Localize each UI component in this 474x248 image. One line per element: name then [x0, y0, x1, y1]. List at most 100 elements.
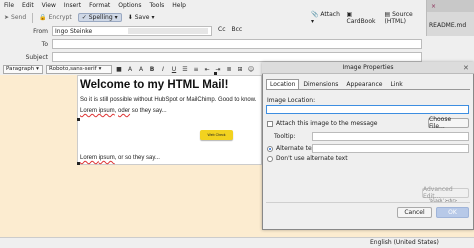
misspelled-word: oder	[118, 108, 131, 114]
contacts-icon: ▣	[346, 10, 353, 18]
send-icon: ➤	[4, 14, 10, 21]
tooltip-label: Tooltip:	[274, 133, 296, 140]
attach-image-row: Attach this image to the message	[267, 120, 378, 127]
to-row: To	[0, 38, 426, 50]
text-span: , or so they say...	[114, 155, 160, 161]
chevron-down-icon: ▾	[36, 66, 39, 72]
emoji-icon[interactable]: ☺	[247, 65, 255, 73]
lock-icon: 🔒	[39, 14, 47, 21]
menu-bar: File Edit View Insert Format Options Too…	[0, 0, 474, 10]
no-alternate-text-label: Don't use alternate text	[276, 155, 348, 162]
menu-edit[interactable]: Edit	[22, 2, 34, 9]
text-span: so they say...	[130, 108, 167, 114]
to-label: To	[41, 40, 48, 48]
alternate-text-input[interactable]	[312, 144, 469, 153]
attach-image-checkbox[interactable]	[267, 120, 273, 127]
tab-divider	[266, 89, 470, 90]
cc-button[interactable]: Cc	[218, 26, 226, 33]
paperclip-icon: 📎	[311, 10, 319, 18]
image-location-input[interactable]	[266, 105, 469, 114]
mail-paragraph-2: Lorem ipsum, oder so they say...	[80, 108, 167, 114]
menu-tools[interactable]: Tools	[149, 2, 164, 9]
format-toolbar: Paragraph ▾ Roboto,sans-serif ▾ ■ A A B …	[0, 64, 262, 74]
web-check-button[interactable]: Web Check	[200, 130, 233, 140]
background-window: × README.md	[426, 0, 474, 36]
bullet-list-icon[interactable]: ☰	[181, 65, 189, 73]
text-color-button[interactable]: ■	[115, 65, 123, 73]
from-value: Ingo Steinke	[55, 27, 93, 35]
attach-button[interactable]: 📎 Attach ▾	[311, 11, 342, 25]
subject-label: Subject	[25, 53, 48, 61]
tooltip-input[interactable]	[312, 132, 469, 141]
save-button[interactable]: ⬇ Save ▾	[128, 14, 155, 21]
ok-button[interactable]: OK	[436, 207, 469, 218]
menu-insert[interactable]: Insert	[64, 2, 81, 9]
from-row: From Ingo Steinke	[0, 25, 426, 37]
menu-view[interactable]: View	[42, 2, 56, 9]
choose-file-button[interactable]: Choose File...	[428, 116, 469, 130]
from-label: From	[33, 27, 48, 35]
save-label: Save	[134, 14, 150, 21]
font-family-select[interactable]: Roboto,sans-serif ▾	[46, 64, 112, 74]
numbered-list-icon[interactable]: ≡	[192, 65, 200, 73]
close-icon[interactable]: ✕	[463, 64, 469, 72]
send-label: Send	[11, 14, 27, 21]
from-email-redacted	[128, 28, 209, 34]
bcc-button[interactable]: Bcc	[232, 26, 243, 33]
source-icon: ▤	[384, 10, 391, 18]
alternate-text-radio[interactable]	[267, 145, 273, 152]
outdent-icon[interactable]: ⇤	[203, 65, 211, 73]
no-alternate-text-row: Don't use alternate text	[267, 155, 348, 162]
insert-icon[interactable]: ⊞	[236, 65, 244, 73]
menu-format[interactable]: Format	[89, 2, 110, 9]
selection-handle[interactable]	[77, 162, 80, 165]
spelling-label: Spelling	[88, 14, 113, 21]
italic-button[interactable]: I	[159, 65, 167, 73]
encrypt-label: Encrypt	[48, 14, 72, 21]
dialog-divider	[266, 202, 470, 203]
attach-image-label: Attach this image to the message	[276, 120, 378, 127]
no-alternate-text-radio[interactable]	[267, 155, 273, 162]
chevron-down-icon: ▾	[311, 17, 315, 25]
cardbook-button[interactable]: ▣ CardBook	[347, 11, 380, 25]
cancel-button[interactable]: Cancel	[397, 207, 432, 218]
mail-heading: Welcome to my HTML Mail!	[80, 79, 229, 91]
menu-help[interactable]: Help	[172, 2, 186, 9]
from-field[interactable]: Ingo Steinke	[52, 26, 212, 36]
chevron-down-icon: ▾	[98, 66, 102, 72]
save-icon: ⬇	[127, 14, 133, 21]
menu-options[interactable]: Options	[118, 2, 141, 9]
readme-file-label[interactable]: README.md	[427, 12, 474, 29]
underline-button[interactable]: U	[170, 65, 178, 73]
toolbar-divider	[32, 12, 34, 23]
bold-button[interactable]: B	[148, 65, 156, 73]
toolbar-right-group: 📎 Attach ▾ ▣ CardBook ▤ Source (HTML)	[311, 11, 431, 25]
spelling-button[interactable]: ✓ Spelling ▾	[77, 13, 122, 22]
attach-label: Attach	[320, 10, 340, 18]
chevron-down-icon: ▾	[151, 14, 155, 21]
cardbook-label: CardBook	[346, 17, 376, 25]
paragraph-format-select[interactable]: Paragraph ▾	[3, 64, 43, 74]
align-icon[interactable]: ≣	[225, 65, 233, 73]
misspelled-word: Lorem	[80, 155, 99, 161]
image-location-label: Image Location:	[267, 97, 316, 104]
encrypt-button[interactable]: 🔒 Encrypt	[39, 14, 72, 21]
advanced-edit-button[interactable]: Advanced Edit...	[422, 186, 469, 200]
dialog-title: Image Properties	[262, 62, 474, 74]
subject-field[interactable]	[52, 52, 422, 62]
chevron-down-icon: ▾	[114, 14, 118, 21]
spellcheck-icon: ✓	[81, 14, 87, 21]
selection-handle[interactable]	[214, 72, 217, 75]
selection-handle[interactable]	[77, 118, 80, 121]
paragraph-format-value: Paragraph	[6, 66, 35, 72]
font-family-value: Roboto,sans-serif	[49, 66, 97, 72]
to-field[interactable]	[52, 39, 422, 49]
font-larger-icon[interactable]: A	[137, 65, 145, 73]
font-smaller-icon[interactable]: A	[126, 65, 134, 73]
send-button[interactable]: ➤ Send	[4, 14, 26, 21]
menu-file[interactable]: File	[4, 2, 14, 9]
spellcheck-language[interactable]: English (United States)	[370, 239, 439, 246]
mail-paragraph-3: Lorem ipsum, or so they say...	[80, 155, 160, 161]
tab-close-icon[interactable]: ×	[431, 3, 436, 10]
source-html-button[interactable]: ▤ Source (HTML)	[385, 11, 431, 25]
